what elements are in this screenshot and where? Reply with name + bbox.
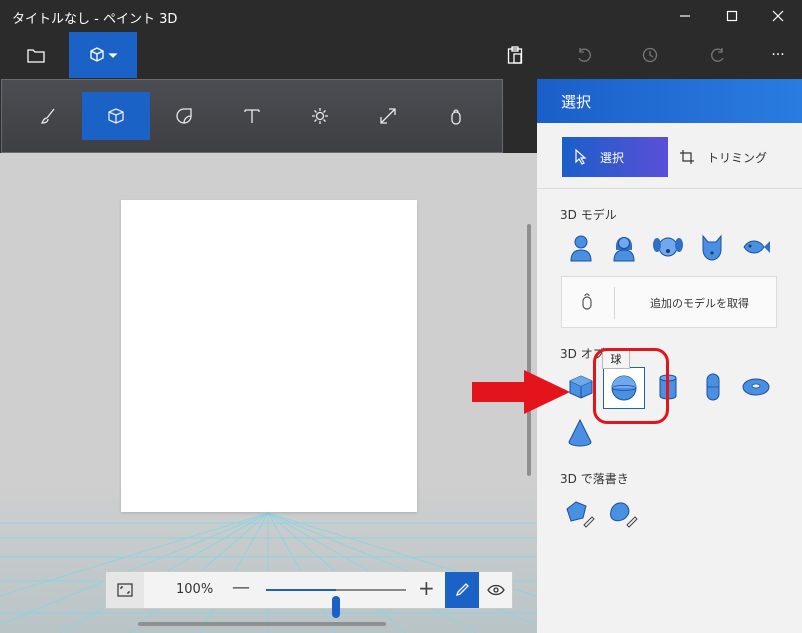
3d-library-icon [582,293,592,310]
canvas-tool[interactable] [354,92,422,140]
3d-library-tool[interactable] [422,92,490,140]
maximize-button[interactable] [709,0,755,32]
woman-model-button[interactable] [606,229,642,265]
3d-shapes-tool[interactable] [82,92,150,140]
dog-icon [653,237,683,257]
paste-button[interactable] [494,32,536,78]
panel-title: 選択 [561,93,592,111]
trim-label: トリミング [707,150,768,165]
zoom-bar: 100% — + [105,571,513,618]
effects-icon [312,108,328,124]
menu-button[interactable] [13,32,59,78]
paste-icon [507,46,523,64]
sharp-doodle-button[interactable] [562,496,598,532]
zoom-slider-thumb[interactable] [332,596,340,618]
tools-flyout [1,79,503,153]
window-title: タイトルなし - ペイント 3D [12,12,178,27]
cat-model-button[interactable] [694,229,730,265]
trim-button[interactable]: トリミング [679,137,789,177]
redo-icon [711,48,724,62]
doodle-section-label: 3D で落書き [560,472,629,486]
close-button[interactable] [755,0,801,32]
history-icon [642,47,658,63]
stickers-tool[interactable] [150,92,218,140]
zoom-slider[interactable] [266,589,406,618]
select-label: 選択 [600,150,625,165]
3d-shapes-icon [90,47,118,62]
crop-icon [680,150,694,164]
select-trim-tabs: 選択 トリミング [537,123,802,189]
capsule-object-button[interactable] [695,369,731,405]
soft-doodle-icon [610,502,638,528]
capsule-icon [706,373,720,401]
horizontal-scrollbar[interactable] [138,622,386,626]
more-button[interactable]: ··· [760,32,796,78]
3d-library-icon [451,109,461,125]
redo-button[interactable] [698,32,738,78]
fish-model-button[interactable] [738,229,774,265]
brush-icon [40,108,55,124]
cursor-icon [575,149,587,165]
zoom-in-button[interactable]: + [418,576,435,600]
donut-icon [742,378,770,396]
cat-icon [702,234,722,261]
side-panel: 選択 選択 トリミング 3D モデル 追加のモデルを取得 3D オブジ [537,79,802,633]
cone-icon [568,418,592,447]
minimize-icon [680,15,690,17]
zoom-percent: 100% [176,582,214,597]
fit-to-screen-button[interactable] [106,572,144,608]
models-section-label: 3D モデル [560,208,617,222]
fit-screen-icon [117,583,133,597]
annotation-highlight [593,348,669,424]
vertical-scrollbar[interactable] [527,224,531,476]
zoom-slider-fill [266,589,336,591]
zoom-out-button[interactable]: — [232,577,250,598]
maximize-icon [726,10,738,22]
folder-icon [27,49,45,63]
get-more-models-button[interactable]: 追加のモデルを取得 [561,276,777,328]
text-icon [244,109,260,123]
title-bar: タイトルなし - ペイント 3D [0,0,802,32]
undo-icon [578,48,591,62]
canvas-paper[interactable] [121,200,417,512]
panel-header: 選択 [537,79,802,123]
soft-doodle-button[interactable] [605,496,641,532]
undo-button[interactable] [564,32,604,78]
donut-object-button[interactable] [738,369,774,405]
canvas-icon [380,108,396,124]
get-more-label: 追加のモデルを取得 [650,297,749,310]
sharp-doodle-icon [566,501,595,528]
man-icon [570,235,592,262]
view-mode-button[interactable] [479,572,513,608]
annotation-arrow-icon [472,370,570,414]
divider [614,287,615,319]
sticker-icon [176,108,192,124]
effects-tool[interactable] [286,92,354,140]
command-bar: ··· [0,32,802,78]
canvas-workspace[interactable]: 100% — + [0,153,537,633]
fish-icon [743,240,770,254]
cone-object-button[interactable] [562,415,598,451]
pen-icon [455,583,469,597]
edit-mode-button[interactable] [445,572,479,608]
eye-icon [487,584,505,596]
close-icon [772,10,784,22]
minimize-button[interactable] [662,0,708,32]
3d-shapes-icon [108,108,124,124]
woman-icon [613,237,635,262]
text-tool[interactable] [218,92,286,140]
3d-shapes-menu-button[interactable] [69,32,137,78]
dog-model-button[interactable] [650,229,686,265]
history-button[interactable] [630,32,670,78]
man-model-button[interactable] [563,229,599,265]
brushes-tool[interactable] [14,92,82,140]
select-button[interactable]: 選択 [562,137,668,177]
